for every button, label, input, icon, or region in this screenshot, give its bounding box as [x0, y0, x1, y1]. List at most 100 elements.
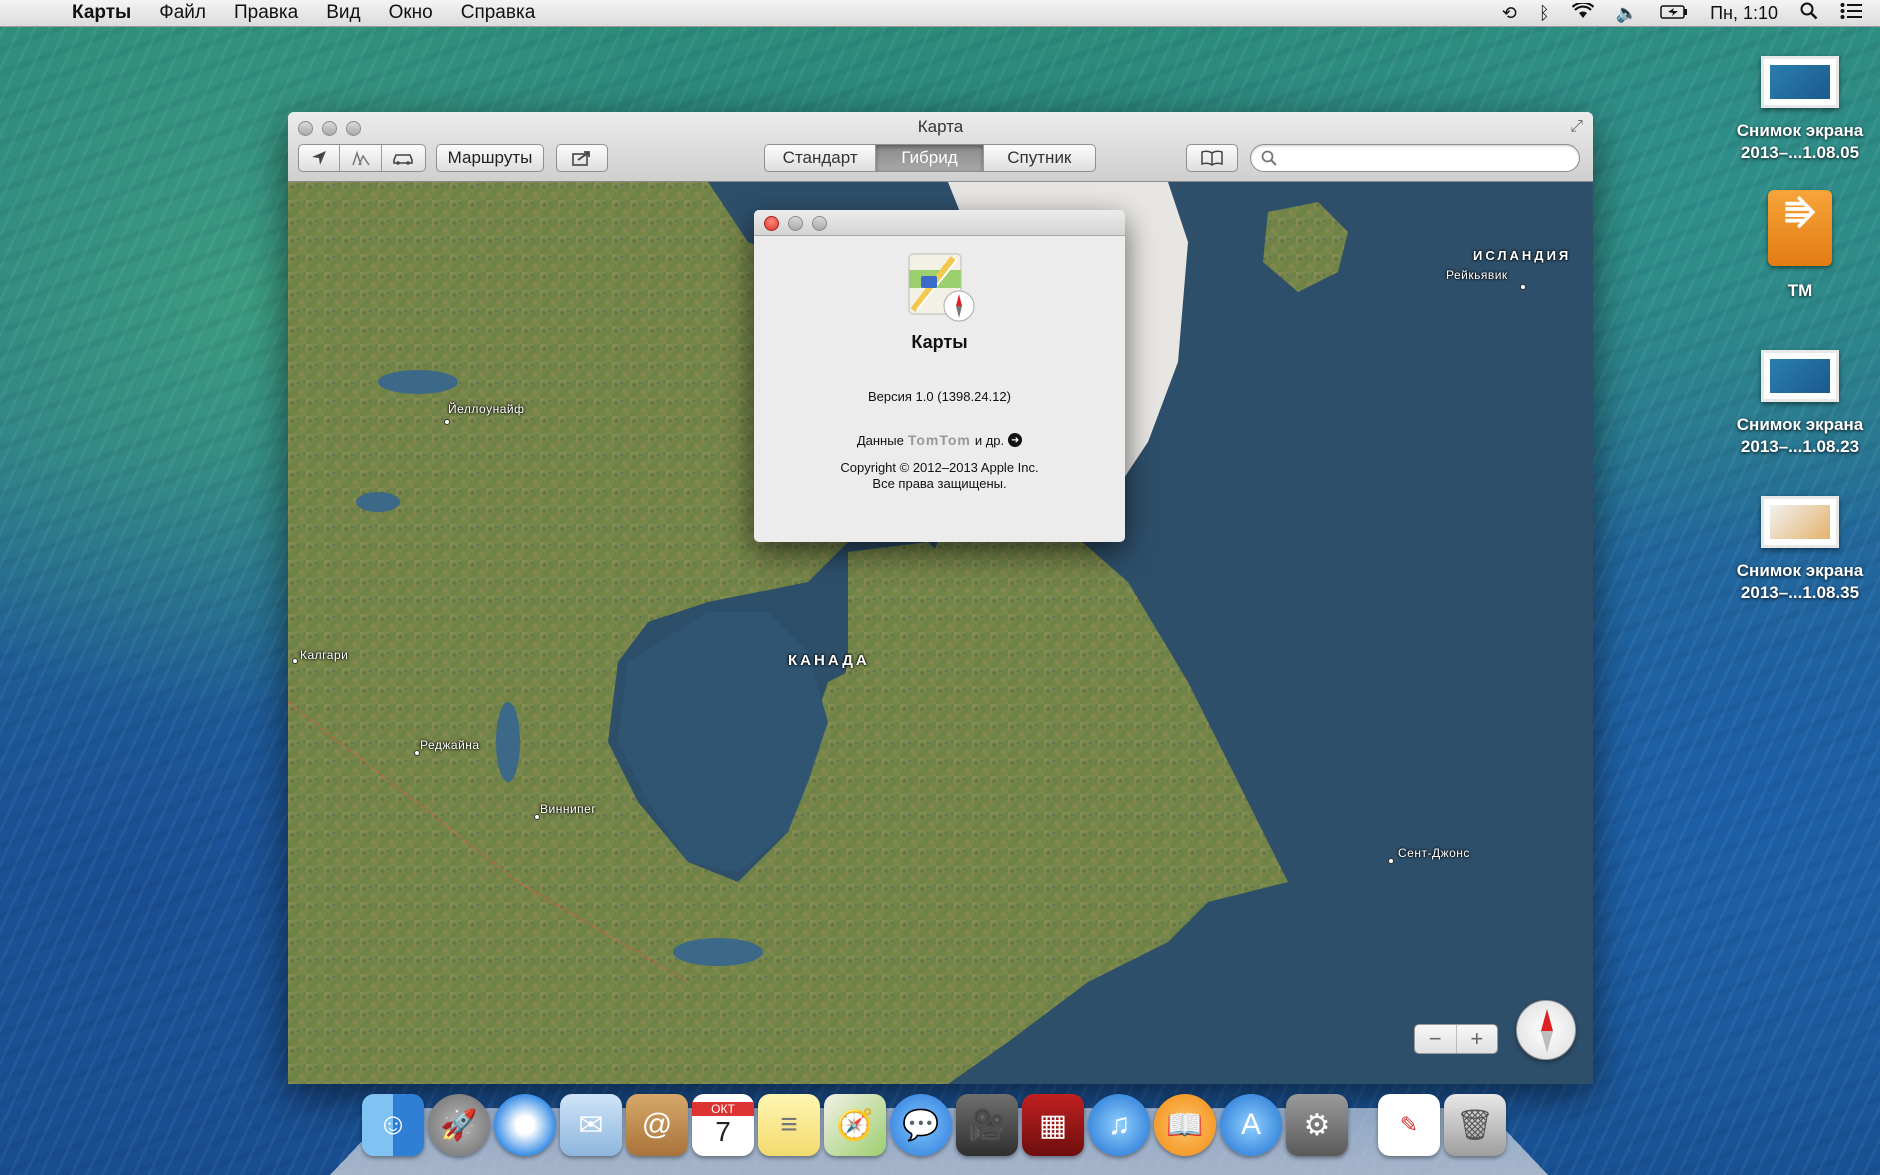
notification-center-icon[interactable]	[1840, 2, 1862, 25]
map-city-marker[interactable]	[444, 419, 450, 425]
3d-buildings-icon	[351, 150, 370, 166]
screenshot-thumbnail	[1761, 350, 1839, 402]
map-label-reykjavik: Рейкьявик	[1446, 268, 1508, 282]
window-title: Карта	[917, 117, 964, 136]
screenshot-thumbnail	[1761, 56, 1839, 108]
menu-app-name[interactable]: Карты	[58, 2, 145, 24]
notes-icon[interactable]: ≡	[758, 1094, 820, 1156]
menu-clock[interactable]: Пн, 1:10	[1710, 3, 1778, 24]
dialog-minimize-button	[788, 216, 803, 231]
menu-file[interactable]: Файл	[145, 2, 220, 24]
menu-bar: Карты Файл Правка Вид Окно Справка ⟲ ᛒ 🔈…	[0, 0, 1880, 27]
about-copyright: Copyright © 2012–2013 Apple Inc. Все пра…	[754, 460, 1125, 492]
dialog-close-button[interactable]	[764, 216, 779, 231]
tab-satellite[interactable]: Спутник	[984, 145, 1095, 171]
compass-icon	[1541, 1009, 1553, 1053]
desktop-drive-tm[interactable]: ⭆ TM	[1720, 190, 1880, 302]
tab-hybrid[interactable]: Гибрид	[876, 145, 984, 171]
map-city-marker[interactable]	[1520, 284, 1526, 290]
map-label-calgary: Калгари	[300, 648, 349, 662]
document-icon[interactable]: ✎	[1378, 1094, 1440, 1156]
traffic-button[interactable]	[382, 145, 425, 171]
desktop-item-label: Снимок экрана	[1736, 121, 1864, 140]
tab-standard[interactable]: Стандарт	[765, 145, 877, 171]
bookmarks-button[interactable]	[1186, 144, 1238, 172]
volume-icon[interactable]: 🔈	[1616, 3, 1638, 24]
map-city-marker[interactable]	[1388, 858, 1394, 864]
desktop-item-label: 2013–...1.08.05	[1740, 143, 1860, 162]
about-version: Версия 1.0 (1398.24.12)	[868, 389, 1011, 404]
mail-icon[interactable]: ✉	[560, 1094, 622, 1156]
desktop-item-label: 2013–...1.08.35	[1740, 583, 1860, 602]
maps-icon[interactable]: 🧭	[824, 1094, 886, 1156]
map-label-st-johns: Сент-Джонс	[1398, 846, 1470, 860]
share-button[interactable]	[556, 144, 608, 172]
wifi-icon[interactable]	[1571, 1, 1594, 24]
compass-button[interactable]	[1516, 1000, 1576, 1060]
screenshot-thumbnail	[1761, 496, 1839, 548]
map-city-marker[interactable]	[534, 814, 540, 820]
car-icon	[393, 154, 414, 165]
desktop-item-label: Снимок экрана	[1736, 415, 1864, 434]
map-label-regina: Реджайна	[420, 738, 480, 752]
menu-view[interactable]: Вид	[312, 2, 374, 24]
photo-booth-icon[interactable]: ▦	[1022, 1094, 1084, 1156]
location-3d-traffic-group	[298, 144, 426, 172]
dock-separator	[1352, 1094, 1374, 1156]
bluetooth-icon[interactable]: ᛒ	[1539, 3, 1550, 24]
book-icon	[1201, 150, 1223, 166]
calendar-icon[interactable]: ОКТ 7	[692, 1094, 754, 1156]
current-location-button[interactable]	[299, 145, 341, 171]
battery-icon[interactable]	[1660, 3, 1688, 24]
desktop-screenshot-2[interactable]: Снимок экрана 2013–...1.08.23	[1720, 350, 1880, 458]
safari-icon[interactable]: ✦	[494, 1094, 556, 1156]
data-prefix: Данные	[856, 432, 904, 448]
itunes-icon[interactable]: ♫	[1088, 1094, 1150, 1156]
map-city-marker[interactable]	[292, 658, 298, 664]
share-icon	[572, 151, 590, 166]
menu-window[interactable]: Окно	[375, 2, 447, 24]
view-mode-selector: Стандарт Гибрид Спутник	[764, 144, 1096, 172]
usb-drive-icon: ⭆	[1768, 190, 1832, 266]
search-input[interactable]	[1285, 149, 1579, 167]
directions-button[interactable]: Маршруты	[436, 144, 544, 172]
system-preferences-icon[interactable]: ⚙	[1286, 1094, 1348, 1156]
calendar-day: 7	[715, 1116, 731, 1147]
desktop-screenshot-3[interactable]: Снимок экрана 2013–...1.08.35	[1720, 496, 1880, 604]
search-field[interactable]	[1250, 144, 1580, 172]
data-suffix: и др.	[974, 432, 1005, 448]
dialog-controls	[764, 216, 827, 231]
messages-icon[interactable]: 💬	[890, 1094, 952, 1156]
fullscreen-icon[interactable]: ⤢	[1570, 118, 1583, 136]
about-data-credits: Данные TomTom и др. ➜	[754, 432, 1125, 448]
tomtom-logo: TomTom	[907, 432, 971, 448]
arrow-right-icon[interactable]: ➜	[1008, 433, 1023, 447]
desktop-screenshot-1[interactable]: Снимок экрана 2013–...1.08.05	[1720, 56, 1880, 164]
zoom-control: − +	[1414, 1024, 1498, 1054]
zoom-in-button[interactable]: +	[1457, 1025, 1498, 1053]
copyright-line: Copyright © 2012–2013 Apple Inc.	[840, 460, 1039, 475]
dock: ☺ 🚀 ✦ ✉ @ ОКТ 7 ≡ 🧭 💬 🎥 ▦ ♫ 📖 A ⚙ ✎ 🗑	[362, 1094, 1506, 1156]
dialog-titlebar	[754, 210, 1125, 236]
desktop-item-label: 2013–...1.08.23	[1740, 437, 1860, 456]
copyright-line: Все права защищены.	[872, 476, 1007, 491]
facetime-icon[interactable]: 🎥	[956, 1094, 1018, 1156]
calendar-month: ОКТ	[692, 1102, 754, 1116]
desktop-item-label: Снимок экрана	[1736, 561, 1864, 580]
menu-help[interactable]: Справка	[447, 2, 550, 24]
trash-icon[interactable]: 🗑	[1444, 1094, 1506, 1156]
menu-edit[interactable]: Правка	[220, 2, 312, 24]
time-machine-icon[interactable]: ⟲	[1502, 3, 1517, 24]
map-label-yellowknife: Йеллоунайф	[448, 402, 525, 416]
about-app-name: Карты	[911, 332, 968, 352]
ibooks-icon[interactable]: 📖	[1154, 1094, 1216, 1156]
contacts-icon[interactable]: @	[626, 1094, 688, 1156]
finder-icon[interactable]: ☺	[362, 1094, 424, 1156]
app-store-icon[interactable]: A	[1220, 1094, 1282, 1156]
3d-button[interactable]	[340, 145, 382, 171]
map-city-marker[interactable]	[414, 750, 420, 756]
launchpad-icon[interactable]: 🚀	[428, 1094, 490, 1156]
spotlight-icon[interactable]	[1800, 2, 1818, 25]
map-label-iceland: ИСЛАНДИЯ	[1473, 248, 1572, 263]
zoom-out-button[interactable]: −	[1415, 1025, 1457, 1053]
